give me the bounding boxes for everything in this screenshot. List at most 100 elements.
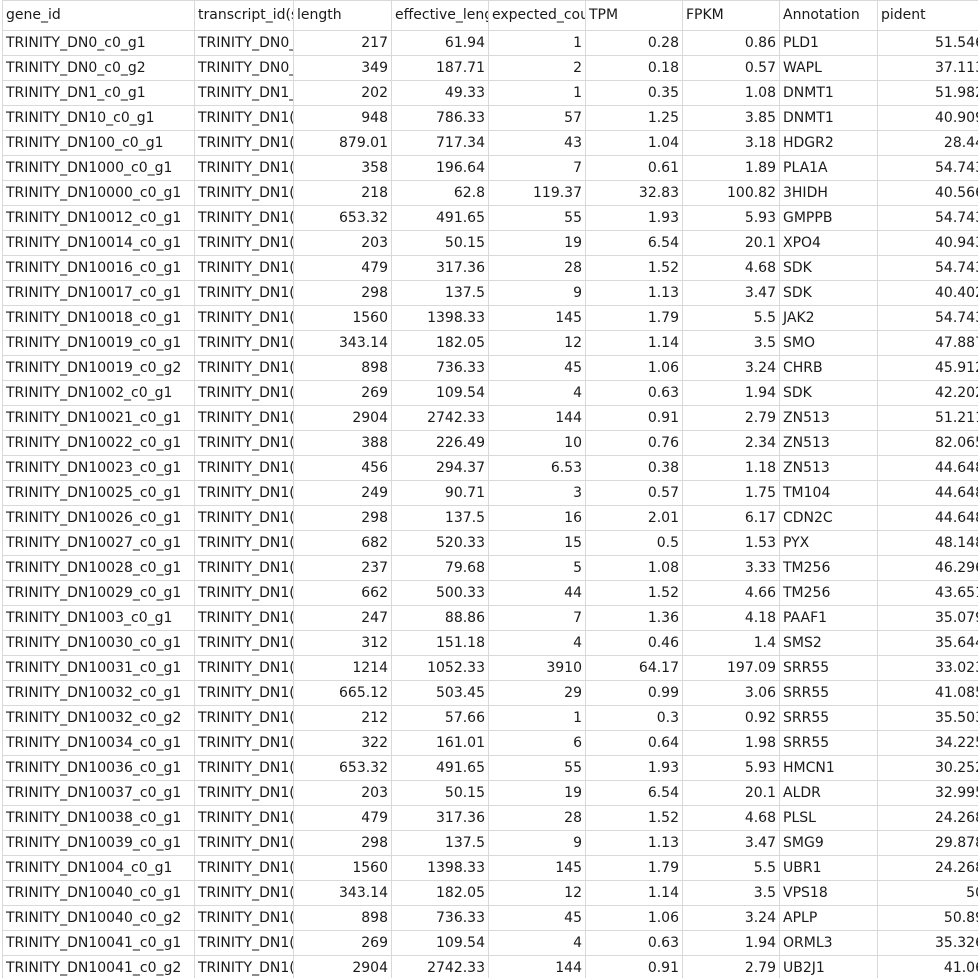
cell-effective-length[interactable]: 182.05 (391, 880, 489, 906)
cell-gene-id[interactable]: TRINITY_DN10039_c0_g1 (2, 830, 195, 856)
cell-tpm[interactable]: 2.01 (585, 505, 683, 531)
cell-fpkm[interactable]: 5.93 (682, 205, 780, 231)
cell-pident[interactable]: 46.296 (877, 555, 978, 581)
cell-length[interactable]: 879.01 (293, 130, 392, 156)
cell-effective-length[interactable]: 61.94 (391, 30, 489, 56)
cell-expected-count[interactable]: 4 (488, 630, 586, 656)
cell-tpm[interactable]: 0.76 (585, 430, 683, 456)
cell-length[interactable]: 898 (293, 355, 392, 381)
cell-fpkm[interactable]: 1.75 (682, 480, 780, 506)
cell-expected-count[interactable]: 1 (488, 705, 586, 731)
cell-expected-count[interactable]: 3910 (488, 655, 586, 681)
cell-effective-length[interactable]: 137.5 (391, 280, 489, 306)
cell-length[interactable]: 479 (293, 255, 392, 281)
cell-pident[interactable]: 47.887 (877, 330, 978, 356)
cell-expected-count[interactable]: 4 (488, 380, 586, 406)
cell-fpkm[interactable]: 1.08 (682, 80, 780, 106)
cell-effective-length[interactable]: 2742.33 (391, 405, 489, 431)
cell-length[interactable]: 948 (293, 105, 392, 131)
cell-annotation[interactable]: SRR55 (779, 730, 878, 756)
cell-fpkm[interactable]: 3.47 (682, 830, 780, 856)
cell-gene-id[interactable]: TRINITY_DN0_c0_g1 (2, 30, 195, 56)
cell-length[interactable]: 349 (293, 55, 392, 81)
cell-fpkm[interactable]: 3.85 (682, 105, 780, 131)
cell-expected-count[interactable]: 4 (488, 930, 586, 956)
cell-gene-id[interactable]: TRINITY_DN10017_c0_g1 (2, 280, 195, 306)
cell-transcript-id[interactable]: TRINITY_DN1( (194, 655, 294, 681)
cell-length[interactable]: 343.14 (293, 330, 392, 356)
cell-fpkm[interactable]: 0.57 (682, 55, 780, 81)
cell-fpkm[interactable]: 5.93 (682, 755, 780, 781)
cell-annotation[interactable]: WAPL (779, 55, 878, 81)
cell-gene-id[interactable]: TRINITY_DN10032_c0_g1 (2, 680, 195, 706)
cell-transcript-id[interactable]: TRINITY_DN1( (194, 580, 294, 606)
cell-length[interactable]: 2904 (293, 955, 392, 978)
cell-length[interactable]: 898 (293, 905, 392, 931)
cell-fpkm[interactable]: 197.09 (682, 655, 780, 681)
cell-expected-count[interactable]: 16 (488, 505, 586, 531)
cell-gene-id[interactable]: TRINITY_DN10036_c0_g1 (2, 755, 195, 781)
cell-length[interactable]: 203 (293, 230, 392, 256)
cell-fpkm[interactable]: 1.53 (682, 530, 780, 556)
cell-fpkm[interactable]: 2.34 (682, 430, 780, 456)
cell-transcript-id[interactable]: TRINITY_DN1( (194, 155, 294, 181)
cell-pident[interactable]: 40.402 (877, 280, 978, 306)
column-header-annotation[interactable]: Annotation (779, 0, 878, 31)
cell-expected-count[interactable]: 9 (488, 280, 586, 306)
column-header-effective-length[interactable]: effective_length (391, 0, 489, 31)
cell-pident[interactable]: 24.268 (877, 805, 978, 831)
cell-annotation[interactable]: TM104 (779, 480, 878, 506)
cell-transcript-id[interactable]: TRINITY_DN1( (194, 405, 294, 431)
cell-expected-count[interactable]: 5 (488, 555, 586, 581)
cell-fpkm[interactable]: 3.5 (682, 330, 780, 356)
cell-gene-id[interactable]: TRINITY_DN10028_c0_g1 (2, 555, 195, 581)
cell-transcript-id[interactable]: TRINITY_DN1( (194, 255, 294, 281)
cell-effective-length[interactable]: 491.65 (391, 205, 489, 231)
cell-effective-length[interactable]: 1398.33 (391, 305, 489, 331)
cell-transcript-id[interactable]: TRINITY_DN1( (194, 505, 294, 531)
cell-gene-id[interactable]: TRINITY_DN10_c0_g1 (2, 105, 195, 131)
cell-annotation[interactable]: ORML3 (779, 930, 878, 956)
cell-expected-count[interactable]: 57 (488, 105, 586, 131)
cell-tpm[interactable]: 0.46 (585, 630, 683, 656)
column-header-fpkm[interactable]: FPKM (682, 0, 780, 31)
cell-annotation[interactable]: SRR55 (779, 680, 878, 706)
cell-gene-id[interactable]: TRINITY_DN10034_c0_g1 (2, 730, 195, 756)
cell-tpm[interactable]: 0.28 (585, 30, 683, 56)
cell-fpkm[interactable]: 3.06 (682, 680, 780, 706)
cell-expected-count[interactable]: 12 (488, 880, 586, 906)
cell-length[interactable]: 237 (293, 555, 392, 581)
cell-gene-id[interactable]: TRINITY_DN10016_c0_g1 (2, 255, 195, 281)
cell-transcript-id[interactable]: TRINITY_DN1( (194, 180, 294, 206)
cell-effective-length[interactable]: 151.18 (391, 630, 489, 656)
cell-annotation[interactable]: SDK (779, 255, 878, 281)
cell-expected-count[interactable]: 1 (488, 80, 586, 106)
cell-tpm[interactable]: 0.63 (585, 930, 683, 956)
cell-fpkm[interactable]: 2.79 (682, 405, 780, 431)
cell-gene-id[interactable]: TRINITY_DN10031_c0_g1 (2, 655, 195, 681)
cell-tpm[interactable]: 1.06 (585, 905, 683, 931)
cell-length[interactable]: 662 (293, 580, 392, 606)
cell-fpkm[interactable]: 4.18 (682, 605, 780, 631)
cell-fpkm[interactable]: 4.66 (682, 580, 780, 606)
cell-effective-length[interactable]: 137.5 (391, 830, 489, 856)
cell-effective-length[interactable]: 2742.33 (391, 955, 489, 978)
cell-expected-count[interactable]: 10 (488, 430, 586, 456)
cell-transcript-id[interactable]: TRINITY_DN1( (194, 330, 294, 356)
cell-pident[interactable]: 50 (877, 880, 978, 906)
cell-effective-length[interactable]: 736.33 (391, 355, 489, 381)
cell-effective-length[interactable]: 294.37 (391, 455, 489, 481)
cell-transcript-id[interactable]: TRINITY_DN1( (194, 555, 294, 581)
cell-pident[interactable]: 40.566 (877, 180, 978, 206)
cell-effective-length[interactable]: 137.5 (391, 505, 489, 531)
cell-gene-id[interactable]: TRINITY_DN10021_c0_g1 (2, 405, 195, 431)
cell-annotation[interactable]: SRR55 (779, 655, 878, 681)
cell-tpm[interactable]: 0.5 (585, 530, 683, 556)
cell-transcript-id[interactable]: TRINITY_DN1( (194, 805, 294, 831)
cell-annotation[interactable]: ZN513 (779, 430, 878, 456)
cell-annotation[interactable]: TM256 (779, 580, 878, 606)
cell-length[interactable]: 653.32 (293, 205, 392, 231)
cell-length[interactable]: 217 (293, 30, 392, 56)
cell-fpkm[interactable]: 5.5 (682, 855, 780, 881)
cell-pident[interactable]: 41.085 (877, 680, 978, 706)
